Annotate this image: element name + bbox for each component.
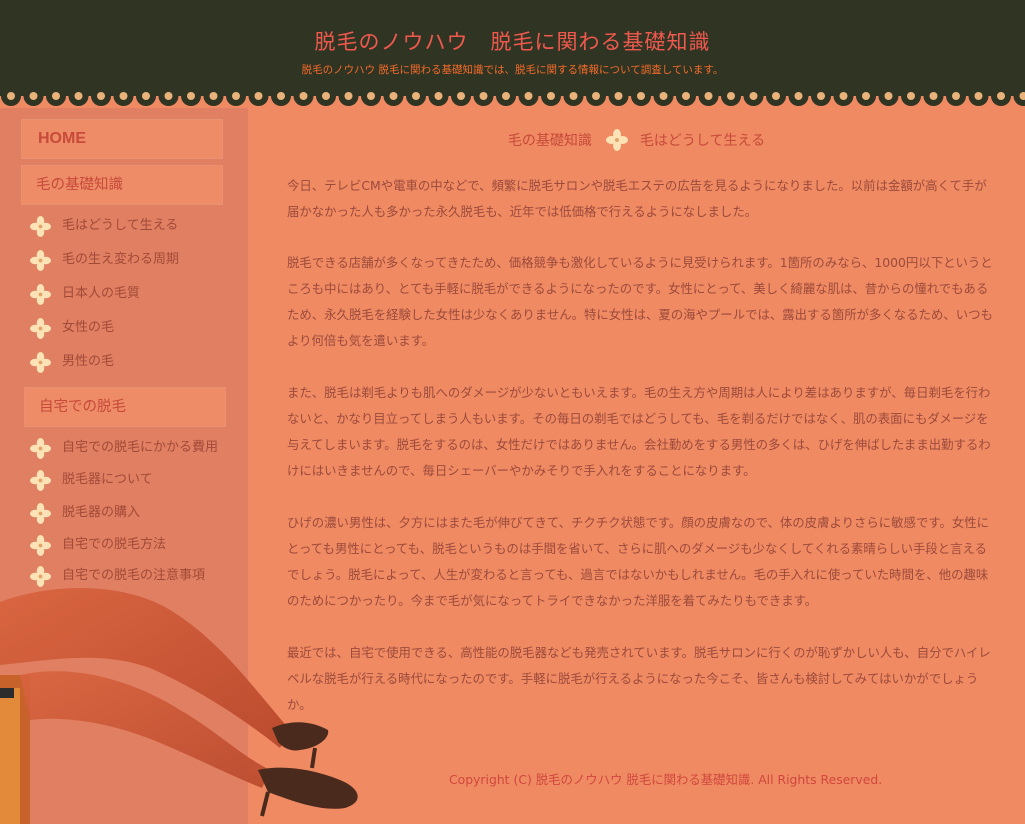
flower-icon <box>30 534 51 556</box>
site-title[interactable]: 脱毛のノウハウ 脱毛に関わる基礎知識 <box>0 26 1025 56</box>
nav-item-about-device[interactable]: 脱毛器について <box>30 468 153 492</box>
nav-item-why-hair-grows[interactable]: 毛はどうして生える <box>30 214 178 238</box>
site-subtitle: 脱毛のノウハウ 脱毛に関わる基礎知識では、脱毛に関する情報について調査しています… <box>301 64 724 76</box>
nav-item-label: 毛の生え変わる周期 <box>62 252 180 267</box>
flower-icon <box>30 317 51 339</box>
site-header: 脱毛のノウハウ 脱毛に関わる基礎知識 脱毛のノウハウ 脱毛に関わる基礎知識では、… <box>0 0 1025 96</box>
nav-item-home-cost[interactable]: 自宅での脱毛にかかる費用 <box>30 436 218 460</box>
nav-section-home-removal[interactable]: 自宅での脱毛 <box>25 388 225 426</box>
nav-item-home-method[interactable]: 自宅での脱毛方法 <box>30 533 166 557</box>
nav-section-hair-basics[interactable]: 毛の基礎知識 <box>22 166 222 204</box>
flower-icon <box>30 437 51 459</box>
nav-item-label: 男性の毛 <box>62 354 115 369</box>
nav-item-label: 日本人の毛質 <box>62 286 141 301</box>
nav-item-japanese-hair[interactable]: 日本人の毛質 <box>30 282 140 306</box>
scallop-border <box>0 86 1025 106</box>
flower-icon <box>30 283 51 305</box>
content-paragraph: ひげの濃い男性は、夕方にはまた毛が伸びてきて、チクチク状態です。顔の皮膚なので、… <box>287 515 990 608</box>
nav-item-label: 毛はどうして生える <box>62 218 179 233</box>
nav-item-buy-device[interactable]: 脱毛器の購入 <box>30 501 140 525</box>
nav-item-home-cautions[interactable]: 自宅での脱毛の注意事項 <box>30 564 205 588</box>
content-paragraph: 今日、テレビCMや電車の中などで、頻繁に脱毛サロンや脱毛エステの広告を見るように… <box>287 178 987 219</box>
nav-item-label: 脱毛器の購入 <box>62 505 141 520</box>
nav-home-button[interactable]: HOME <box>22 120 222 158</box>
breadcrumb-current: 毛はどうして生える <box>639 133 766 149</box>
flower-icon <box>30 502 51 524</box>
flower-icon <box>605 129 628 151</box>
breadcrumb-parent[interactable]: 毛の基礎知識 <box>508 130 592 150</box>
flower-icon <box>30 215 51 237</box>
nav-item-female-hair[interactable]: 女性の毛 <box>30 316 114 340</box>
content-paragraph: また、脱毛は剃毛よりも肌へのダメージが少ないともいえます。毛の生え方や周期は人に… <box>287 385 991 478</box>
flower-icon <box>30 249 51 271</box>
flower-icon <box>30 469 51 491</box>
content-paragraph: 最近では、自宅で使用できる、高性能の脱毛器なども発売されています。脱毛サロンに行… <box>287 645 991 712</box>
breadcrumb: 毛の基礎知識 毛はどうして生える <box>248 128 1025 152</box>
footer-copyright: Copyright (C) 脱毛のノウハウ 脱毛に関わる基礎知識. All Ri… <box>449 772 883 787</box>
nav-item-label: 脱毛器について <box>62 472 153 487</box>
nav-item-label: 自宅での脱毛の注意事項 <box>62 568 206 583</box>
nav-item-male-hair[interactable]: 男性の毛 <box>30 350 114 374</box>
content-paragraph: 脱毛できる店舗が多くなってきたため、価格競争も激化しているように見受けられます。… <box>287 255 993 348</box>
nav-item-label: 女性の毛 <box>62 320 115 335</box>
nav-item-label: 自宅での脱毛にかかる費用 <box>62 440 219 455</box>
nav-item-hair-cycle[interactable]: 毛の生え変わる周期 <box>30 248 179 272</box>
flower-icon <box>30 565 51 587</box>
flower-icon <box>30 351 51 373</box>
nav-item-label: 自宅での脱毛方法 <box>62 537 167 552</box>
